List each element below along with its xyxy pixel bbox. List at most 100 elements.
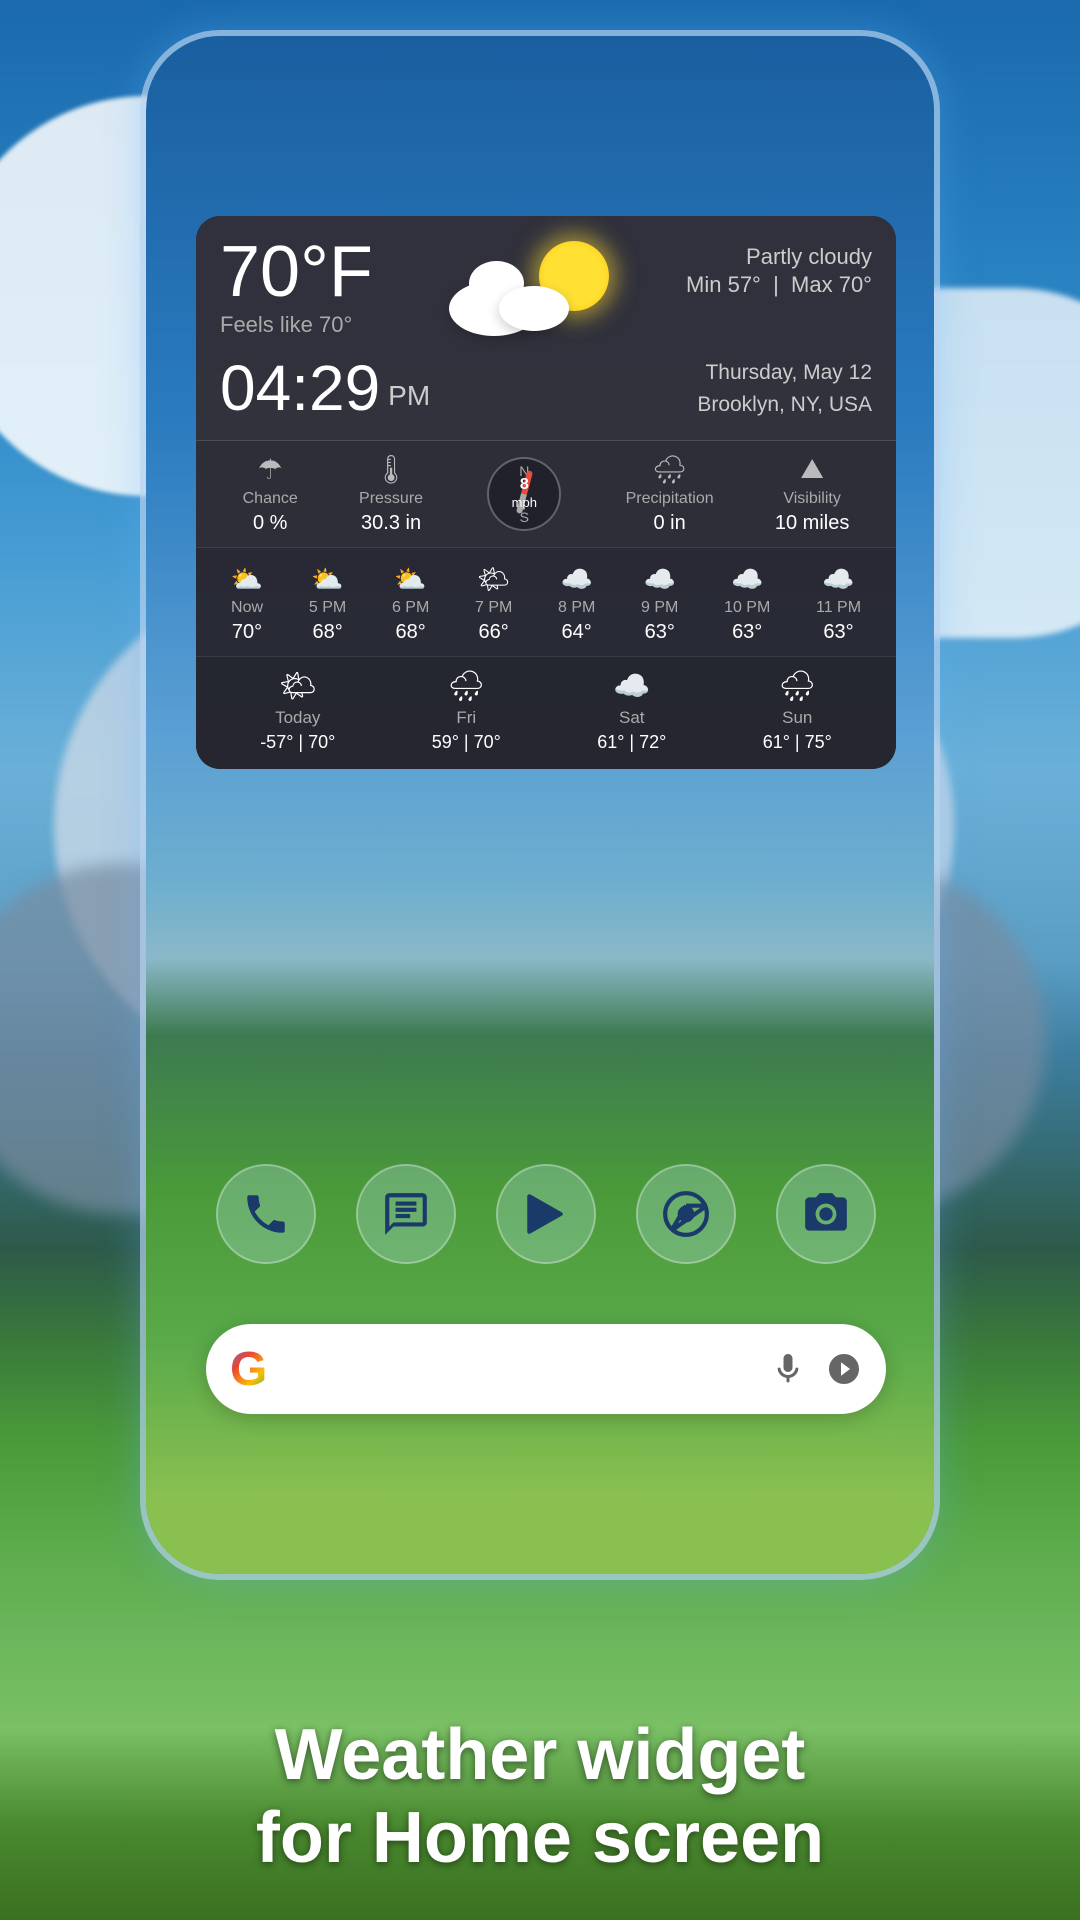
stat-chance: ☂ Chance 0 % — [243, 453, 298, 535]
daily-day-today: Today — [275, 708, 320, 728]
location: Brooklyn, NY, USA — [697, 389, 872, 421]
promo-line2: for Home screen — [60, 1797, 1020, 1880]
dock-phone-app[interactable] — [216, 1164, 316, 1264]
thermometer-icon: 🌡 — [373, 453, 409, 486]
precipitation-label: Precipitation — [626, 490, 714, 508]
promo-line1: Weather widget — [60, 1714, 1020, 1797]
dock-playstore-app[interactable] — [496, 1164, 596, 1264]
hourly-time-1: 5 PM — [309, 599, 346, 617]
wind-speed: 8 mph — [512, 476, 537, 511]
visibility-icon: ⛰ — [800, 453, 824, 486]
daily-item-fri: 🌧 Fri 59° | 70° — [432, 669, 501, 753]
min-temp: Min 57° — [686, 272, 761, 297]
chance-value: 0 % — [253, 512, 287, 535]
visibility-value: 10 miles — [775, 512, 849, 535]
hourly-temp-4: 64° — [562, 621, 592, 644]
cloud-top — [469, 261, 524, 306]
min-max-temp: Min 57° | Max 70° — [686, 272, 872, 298]
hourly-icon-6: ☁️ — [731, 564, 763, 595]
temp-row: 70°F Feels like 70° Partly cloudy Min 5 — [220, 236, 872, 346]
hourly-icon-5: ☁️ — [644, 564, 676, 595]
hourly-item-4: ☁️ 8 PM 64° — [558, 564, 595, 644]
hourly-icon-3: 🌤 — [477, 564, 510, 595]
daily-day-sun: Sun — [782, 708, 812, 728]
weather-icon — [439, 236, 619, 346]
hourly-item-6: ☁️ 10 PM 63° — [724, 564, 770, 644]
dock-camera-app[interactable] — [776, 1164, 876, 1264]
hourly-icon-4: ☁️ — [560, 564, 592, 595]
search-icons — [770, 1351, 862, 1387]
daily-icon-fri: 🌧 — [447, 669, 485, 704]
hourly-time-6: 10 PM — [724, 599, 770, 617]
visibility-label: Visibility — [783, 490, 841, 508]
hourly-time-7: 11 PM — [816, 599, 861, 617]
hourly-temp-2: 68° — [395, 621, 425, 644]
stat-visibility: ⛰ Visibility 10 miles — [775, 453, 849, 535]
stat-wind: N S 8 mph — [484, 454, 564, 534]
google-logo: G — [230, 1342, 267, 1397]
compass: N S 8 mph — [484, 454, 564, 534]
hourly-item-2: ⛅ 6 PM 68° — [392, 564, 429, 644]
date-location: Thursday, May 12 Brooklyn, NY, USA — [697, 357, 872, 420]
hourly-icon-0: ⛅ — [231, 564, 263, 595]
hourly-temp-3: 66° — [479, 621, 509, 644]
max-temp: Max 70° — [791, 272, 872, 297]
daily-day-fri: Fri — [456, 708, 476, 728]
app-dock — [196, 1164, 896, 1264]
hourly-temp-5: 63° — [645, 621, 675, 644]
time-row: 04:29 PM Thursday, May 12 Brooklyn, NY, … — [220, 356, 872, 424]
temperature: 70°F — [220, 236, 373, 308]
date: Thursday, May 12 — [697, 357, 872, 389]
hourly-temp-0: 70° — [232, 621, 262, 644]
daily-icon-sat: ☁️ — [613, 669, 650, 704]
hourly-item-7: ☁️ 11 PM 63° — [816, 564, 861, 644]
hourly-temp-7: 63° — [823, 621, 853, 644]
cloud-icon — [439, 266, 599, 336]
chance-label: Chance — [243, 490, 298, 508]
pressure-label: Pressure — [359, 490, 423, 508]
daily-item-sat: ☁️ Sat 61° | 72° — [597, 669, 666, 753]
dock-chrome-app[interactable] — [636, 1164, 736, 1264]
hourly-temp-1: 68° — [312, 621, 342, 644]
mic-icon[interactable] — [770, 1351, 806, 1387]
time-ampm: PM — [388, 380, 430, 412]
hourly-forecast: ⛅ Now 70° ⛅ 5 PM 68° ⛅ 6 PM 68° 🌤 7 PM — [196, 547, 896, 656]
daily-temps-today: -57° | 70° — [260, 732, 335, 753]
hourly-time-0: Now — [231, 599, 263, 617]
weather-widget: 70°F Feels like 70° Partly cloudy Min 5 — [196, 216, 896, 769]
stat-pressure: 🌡 Pressure 30.3 in — [359, 453, 423, 535]
phone-inner: 70°F Feels like 70° Partly cloudy Min 5 — [146, 36, 934, 1574]
hourly-item-1: ⛅ 5 PM 68° — [309, 564, 346, 644]
hourly-time-4: 8 PM — [558, 599, 595, 617]
hourly-time-2: 6 PM — [392, 599, 429, 617]
dock-messages-app[interactable] — [356, 1164, 456, 1264]
stats-row: ☂ Chance 0 % 🌡 Pressure 30.3 in N S — [196, 440, 896, 547]
lens-icon[interactable] — [826, 1351, 862, 1387]
hourly-item-5: ☁️ 9 PM 63° — [641, 564, 678, 644]
pressure-value: 30.3 in — [361, 512, 421, 535]
daily-item-sun: 🌧 Sun 61° | 75° — [763, 669, 832, 753]
hourly-item-0: ⛅ Now 70° — [231, 564, 263, 644]
hourly-icon-2: ⛅ — [394, 564, 426, 595]
daily-temps-fri: 59° | 70° — [432, 732, 501, 753]
daily-temps-sun: 61° | 75° — [763, 732, 832, 753]
weather-condition: Partly cloudy — [686, 244, 872, 270]
hourly-time-3: 7 PM — [475, 599, 512, 617]
phone-frame: 70°F Feels like 70° Partly cloudy Min 5 — [140, 30, 940, 1580]
stat-precipitation: 🌧 Precipitation 0 in — [626, 453, 714, 535]
umbrella-icon: ☂ — [258, 453, 283, 486]
time-display: 04:29 — [220, 356, 380, 420]
hourly-icon-7: ☁️ — [822, 564, 854, 595]
google-search-bar[interactable]: G — [206, 1324, 886, 1414]
compass-circle: N S 8 mph — [487, 457, 561, 531]
feels-like: Feels like 70° — [220, 312, 373, 338]
hourly-item-3: 🌤 7 PM 66° — [475, 564, 512, 644]
hourly-icon-1: ⛅ — [311, 564, 343, 595]
daily-day-sat: Sat — [619, 708, 645, 728]
daily-icon-sun: 🌧 — [778, 669, 816, 704]
daily-temps-sat: 61° | 72° — [597, 732, 666, 753]
hourly-temp-6: 63° — [732, 621, 762, 644]
widget-top: 70°F Feels like 70° Partly cloudy Min 5 — [196, 216, 896, 440]
daily-icon-today: 🌤 — [279, 669, 317, 704]
rain-icon: 🌧 — [652, 453, 688, 486]
